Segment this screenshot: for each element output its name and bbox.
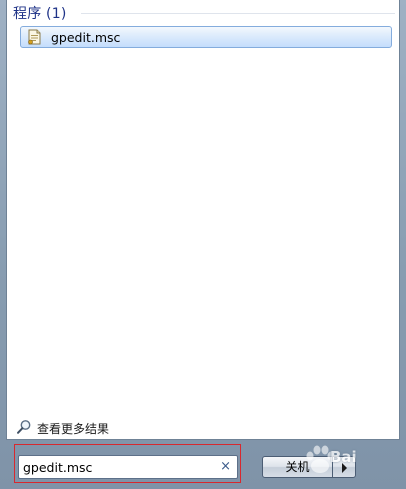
- see-more-results-link[interactable]: 查看更多结果: [13, 418, 213, 436]
- msc-document-icon: [27, 29, 42, 45]
- result-item-label: gpedit.msc: [51, 30, 121, 45]
- shutdown-button[interactable]: 关机: [262, 456, 333, 478]
- shutdown-options-button[interactable]: [332, 456, 356, 478]
- clear-search-icon[interactable]: ×: [220, 459, 231, 475]
- shutdown-button-group: 关机: [262, 456, 356, 478]
- programs-section-header: 程序 (1): [13, 2, 395, 22]
- see-more-results-label: 查看更多结果: [37, 422, 110, 436]
- section-title: 程序 (1): [13, 6, 67, 22]
- chevron-right-icon: [342, 463, 347, 473]
- search-input[interactable]: [23, 458, 213, 476]
- section-divider: [81, 13, 395, 14]
- search-results-panel: 程序 (1) gpedit.msc 查看更多结果: [6, 0, 400, 440]
- magnifier-icon: [16, 419, 32, 435]
- result-item-gpedit[interactable]: gpedit.msc: [20, 26, 392, 48]
- search-box[interactable]: ×: [18, 455, 238, 479]
